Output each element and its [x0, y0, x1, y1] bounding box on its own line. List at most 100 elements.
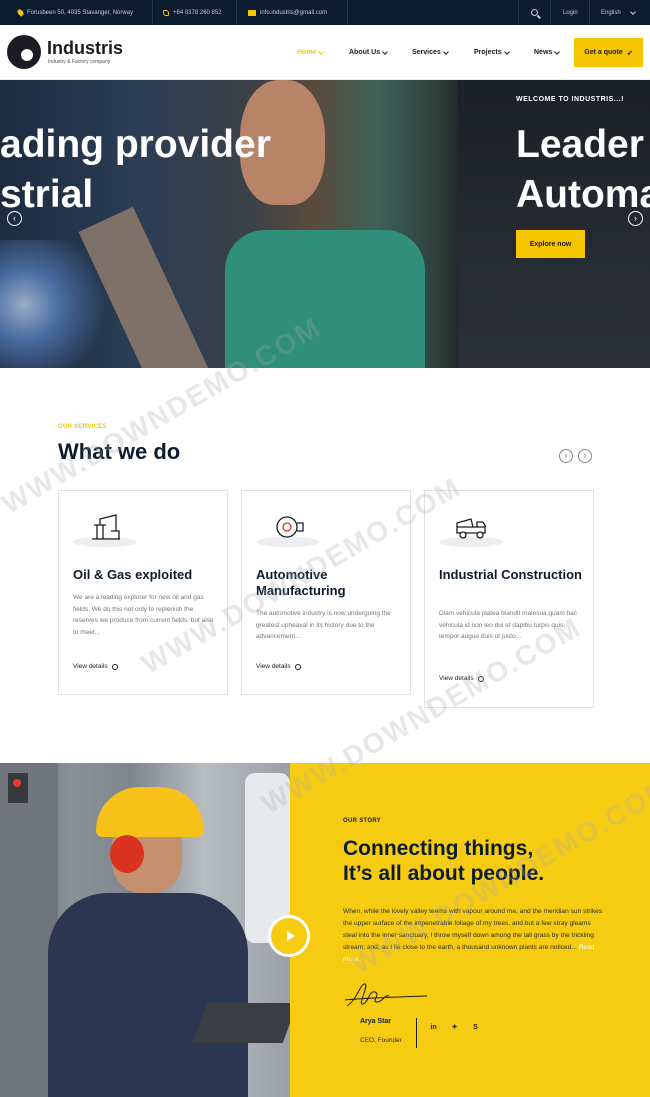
next-services-arrow-icon[interactable]: › [578, 449, 592, 463]
nav-label[interactable]: Services [412, 49, 441, 56]
ear-protector-icon [110, 835, 144, 873]
story-paragraph: When, while the lovely valley teems with… [343, 908, 603, 951]
language-select[interactable]: English [601, 0, 636, 25]
worker-shirt-image [225, 230, 425, 368]
chevron-down-icon [554, 48, 561, 55]
address-text: Forusbeen 50, 4035 Stavanger, Norway [27, 9, 134, 16]
next-slide-heading: Leader Automa [516, 120, 650, 220]
signature-image [344, 983, 428, 1007]
nav-item-services[interactable]: Services [412, 25, 449, 80]
divider [518, 0, 519, 25]
service-card[interactable]: Oil & Gas exploited We are a leading exp… [58, 490, 228, 695]
service-title[interactable]: Automotive Manufacturing [256, 567, 406, 599]
brand-tagline: Industry & Factory company [48, 59, 111, 65]
story-title-line: It’s all about people. [343, 862, 545, 885]
top-bar: Forusbeen 50, 4035 Stavanger, Norway +84… [0, 0, 650, 25]
dump-truck-icon [456, 518, 487, 539]
service-title[interactable]: Oil & Gas exploited [73, 567, 223, 583]
gear-logo-icon[interactable] [7, 35, 41, 69]
twitter-icon[interactable]: ✦ [450, 1023, 459, 1032]
nav-item-home[interactable]: Home [297, 25, 325, 80]
slide-heading-line: strial [0, 173, 94, 216]
link-label[interactable]: View details [73, 663, 108, 670]
story-text: When, while the lovely valley teems with… [343, 906, 605, 966]
divider [152, 0, 153, 25]
worker-body [48, 893, 248, 1097]
phone-icon [163, 9, 169, 16]
arrow-circle-icon [294, 663, 301, 670]
hero-slider: ading provider strial WELCOME TO INDUSTR… [0, 80, 650, 368]
mail-icon [248, 9, 256, 16]
laptop-image [192, 1003, 290, 1043]
login-link[interactable]: Login [563, 0, 578, 25]
link-label[interactable]: View details [256, 663, 291, 670]
arrow-circle-icon [477, 675, 484, 682]
divider [589, 0, 590, 25]
nav-label[interactable]: Home [297, 49, 316, 56]
email-info[interactable]: info.industris@gmail.com [248, 0, 327, 25]
view-details-link[interactable]: View details [439, 675, 484, 682]
brand-name[interactable]: Industris [47, 38, 123, 59]
slide-heading-line: Leader [516, 123, 644, 166]
author-role: CEO, Founder [360, 1037, 402, 1044]
nav-item-about[interactable]: About Us [349, 25, 388, 80]
divider [550, 0, 551, 25]
turbine-icon [276, 516, 304, 538]
service-description: The automotive industry is now undergoin… [256, 610, 391, 640]
divider [416, 1018, 417, 1048]
nav-label[interactable]: Projects [474, 49, 502, 56]
play-video-icon[interactable] [268, 915, 310, 957]
nav-label[interactable]: News [534, 49, 552, 56]
slide-heading-line: ading provider [0, 123, 271, 166]
service-card[interactable]: Industrial Construction Diam vehicula pl… [424, 490, 594, 708]
paper-plane-icon: ➶ [626, 49, 633, 57]
address-info: Forusbeen 50, 4035 Stavanger, Norway [16, 0, 134, 25]
arrow-circle-icon [111, 663, 118, 670]
service-description: Diam vehicula platea blandit malesua qua… [439, 610, 578, 640]
prev-slide-arrow-icon[interactable]: ‹ [7, 211, 22, 226]
search-button[interactable] [531, 0, 538, 25]
view-details-link[interactable]: View details [73, 663, 118, 670]
language-label[interactable]: English [601, 10, 621, 16]
login-label[interactable]: Login [563, 10, 578, 16]
explore-button[interactable]: Explore now [516, 230, 585, 258]
phone-info[interactable]: +84 0378 260 852 [163, 0, 222, 25]
map-pin-icon [16, 8, 25, 17]
search-icon[interactable] [531, 9, 538, 16]
service-title[interactable]: Industrial Construction [439, 567, 589, 583]
main-header: Industris Industry & Factory company Hom… [0, 25, 650, 80]
story-title: Connecting things, It’s all about people… [343, 836, 633, 886]
link-label[interactable]: View details [439, 675, 474, 682]
prev-services-arrow-icon[interactable]: ‹ [559, 449, 573, 463]
chevron-down-icon [318, 48, 325, 55]
quote-label[interactable]: Get a quote [584, 49, 623, 56]
chevron-down-icon [442, 48, 449, 55]
get-quote-button[interactable]: Get a quote ➶ [574, 38, 643, 67]
services-title: What we do [58, 439, 181, 464]
phone-text[interactable]: +84 0378 260 852 [173, 10, 222, 16]
author-name: Arya Star [360, 1018, 392, 1025]
story-title-line: Connecting things, [343, 837, 534, 860]
nav-item-news[interactable]: News [534, 25, 561, 80]
chevron-down-icon [503, 48, 510, 55]
view-details-link[interactable]: View details [256, 663, 301, 670]
linkedin-icon[interactable]: in [429, 1023, 438, 1032]
service-card[interactable]: Automotive Manufacturing The automotive … [241, 490, 411, 695]
chevron-down-icon [629, 8, 636, 15]
engineer-photo [0, 763, 290, 1097]
warning-light [8, 773, 28, 803]
hard-hat-icon [96, 787, 204, 837]
next-slide-arrow-icon[interactable]: › [628, 211, 643, 226]
divider [347, 0, 348, 25]
skype-icon[interactable]: S [471, 1023, 480, 1032]
slide-heading: ading provider strial [0, 120, 271, 220]
services-eyebrow: OUR SERVICES [58, 424, 107, 430]
chevron-down-icon [382, 48, 388, 55]
oil-pump-icon [92, 514, 120, 540]
nav-item-projects[interactable]: Projects [474, 25, 510, 80]
story-eyebrow: OUR STORY [343, 818, 382, 824]
service-description: We are a leading explorer for new oil an… [73, 594, 214, 636]
email-text[interactable]: info.industris@gmail.com [260, 10, 327, 16]
nav-label[interactable]: About Us [349, 49, 380, 56]
divider [236, 0, 237, 25]
